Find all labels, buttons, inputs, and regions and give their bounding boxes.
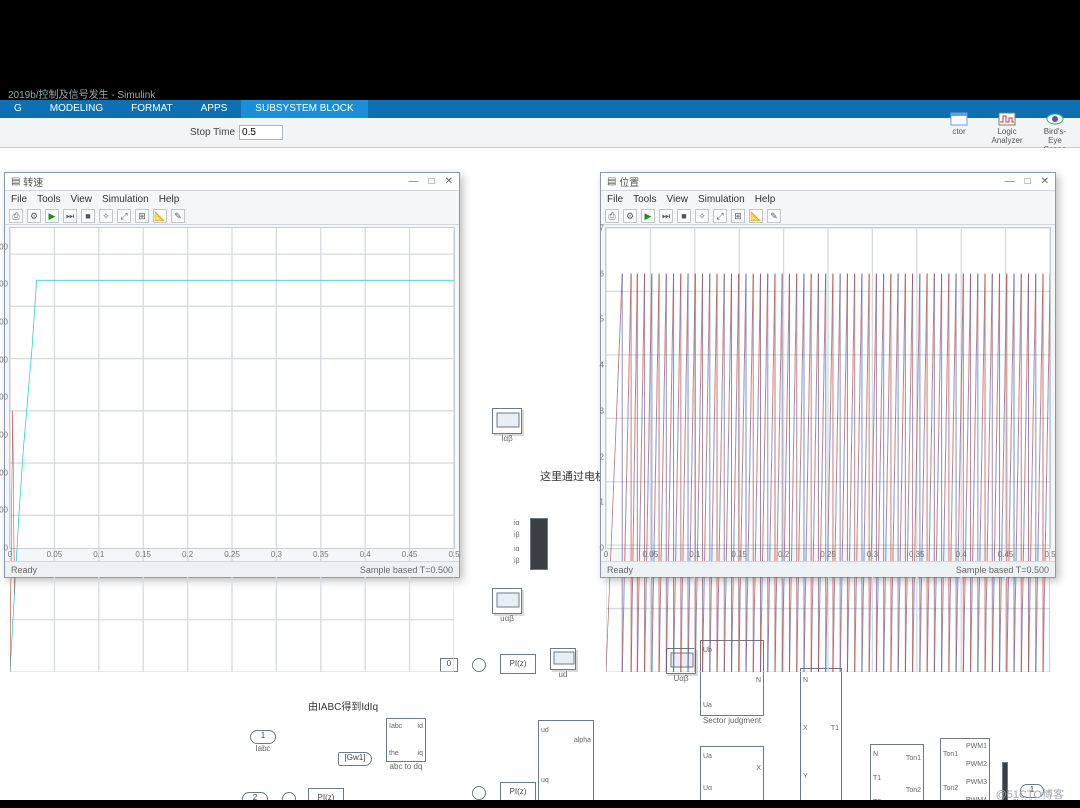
close-icon[interactable]: ✕ [1041, 176, 1049, 187]
ribbon-tab-apps[interactable]: APPS [187, 100, 242, 118]
ribbon-tabs: GMODELINGFORMATAPPSSUBSYSTEM BLOCK [0, 100, 1080, 118]
stop-time-input[interactable] [239, 125, 283, 140]
autoscale-icon[interactable]: ⊞ [731, 209, 745, 223]
scope2-menu-file[interactable]: File [607, 194, 623, 205]
close-icon[interactable]: ✕ [445, 176, 453, 187]
scope2-toolbar: ⎙ ⚙ ▶ ⏭ ■ ✧ ⤢ ⊞ 📐 ✎ [601, 207, 1055, 225]
minimize-icon[interactable]: — [409, 176, 419, 187]
scope1-menu-file[interactable]: File [11, 194, 27, 205]
print-icon[interactable]: ⎙ [9, 209, 23, 223]
settings-icon[interactable]: ⚙ [27, 209, 41, 223]
block-pi-iq[interactable]: PI(z) [500, 782, 536, 800]
scope-block-uab[interactable]: uαβ [492, 588, 522, 614]
ribbon-tab-subsystem-block[interactable]: SUBSYSTEM BLOCK [241, 100, 367, 118]
scope2-axes[interactable]: 0123456700.050.10.150.20.250.30.350.40.4… [605, 227, 1051, 549]
scope2-status-right: Sample based T=0.500 [956, 565, 1049, 575]
scope2-menu-view[interactable]: View [666, 194, 688, 205]
block-create3ton[interactable]: N T1 T2 T Ton1 Ton2 Ton3 Create 3Ton [870, 744, 924, 800]
annotation-abc: 由IABC得到IdIq [308, 698, 378, 713]
inport-iabc[interactable]: 1Iabc [250, 730, 276, 744]
scope1-status: Ready Sample based T=0.500 [5, 561, 459, 577]
sum-id[interactable] [472, 658, 486, 672]
block-pwm[interactable]: Ton1 Ton2 Ton3 PWM1 PWM2 PWM3 PWM4 PWM5 … [940, 738, 990, 800]
scope1-menubar: File Tools View Simulation Help [5, 191, 459, 207]
scope1-menu-help[interactable]: Help [159, 194, 180, 205]
scope2-menu-help[interactable]: Help [755, 194, 776, 205]
block-nxyzt[interactable]: N X Y Z T1 T2 [800, 668, 842, 800]
sum-speed[interactable] [282, 792, 296, 800]
zoom-icon[interactable]: ⤢ [713, 209, 727, 223]
scope1-status-left: Ready [11, 565, 37, 575]
scope1-titlebar[interactable]: ▤ 转速 — □ ✕ [5, 173, 459, 191]
settings-icon[interactable]: ⚙ [623, 209, 637, 223]
minimize-icon[interactable]: — [1005, 176, 1015, 187]
scope-block-ud[interactable]: ud [550, 648, 576, 670]
scope2-menubar: File Tools View Simulation Help [601, 191, 1055, 207]
scope1-status-right: Sample based T=0.500 [360, 565, 453, 575]
scope1-title: 转速 [23, 174, 43, 189]
cursor-icon[interactable]: ✎ [171, 209, 185, 223]
block-pi-speed[interactable]: PI(z) [308, 788, 344, 800]
measure-icon[interactable]: 📐 [749, 209, 763, 223]
scope1-menu-tools[interactable]: Tools [37, 194, 60, 205]
scope2-status: Ready Sample based T=0.500 [601, 561, 1055, 577]
maximize-icon[interactable]: □ [429, 176, 435, 187]
scope2-menu-tools[interactable]: Tools [633, 194, 656, 205]
ribbon-tab-modeling[interactable]: MODELING [36, 100, 117, 118]
scope2-status-left: Ready [607, 565, 633, 575]
run-icon[interactable]: ▶ [641, 209, 655, 223]
mux-block[interactable] [530, 518, 548, 570]
scope1-axes[interactable]: 0200400600800100012001400160000.050.10.1… [9, 227, 455, 549]
run-icon[interactable]: ▶ [45, 209, 59, 223]
zoom-icon[interactable]: ⤢ [117, 209, 131, 223]
scope2-titlebar[interactable]: ▤ 位置 — □ ✕ [601, 173, 1055, 191]
scope-block-iab[interactable]: Iαβ [492, 408, 522, 434]
highlight-icon[interactable]: ✧ [99, 209, 113, 223]
scope-icon: ▤ [607, 176, 616, 187]
block-pi-id[interactable]: PI(z) [500, 654, 536, 674]
block-abc2dq[interactable]: Iabcid theiq abc to dq [386, 718, 426, 762]
scope-window-position[interactable]: ▤ 位置 — □ ✕ File Tools View Simulation Help ⎙… [600, 172, 1056, 578]
scope1-menu-simulation[interactable]: Simulation [102, 194, 149, 205]
step-icon[interactable]: ⏭ [63, 209, 77, 223]
watermark: @51CTO博客 [996, 786, 1064, 802]
simulink-window: GMODELINGFORMATAPPSSUBSYSTEM BLOCK Stop … [0, 100, 1080, 800]
block-dq2ab[interactable]: ud uq theta alpha beta dq to alpha-beta [538, 720, 594, 800]
autoscale-icon[interactable]: ⊞ [135, 209, 149, 223]
measure-icon[interactable]: 📐 [153, 209, 167, 223]
scope-icon: ▤ [11, 176, 20, 187]
toolstrip: Stop Time ctor Logic Analyzer Bird's-Eye… [0, 118, 1080, 148]
inport-setspeed[interactable]: 2设定转速 [242, 792, 268, 800]
block-park[interactable]: Ua Uα T Uac X Y Z Park for T1T2 [700, 746, 764, 800]
sum-iq[interactable] [472, 786, 486, 800]
cursor-icon[interactable]: ✎ [767, 209, 781, 223]
print-icon[interactable]: ⎙ [605, 209, 619, 223]
scope-window-speed[interactable]: ▤ 转速 — □ ✕ File Tools View Simulation Help ⎙… [4, 172, 460, 578]
app-title: 2019b/控制及信号发生 - Simulink [8, 86, 155, 101]
step-icon[interactable]: ⏭ [659, 209, 673, 223]
scope1-menu-view[interactable]: View [70, 194, 92, 205]
scope1-toolbar: ⎙ ⚙ ▶ ⏭ ■ ✧ ⤢ ⊞ 📐 ✎ [5, 207, 459, 225]
highlight-icon[interactable]: ✧ [695, 209, 709, 223]
stop-time-label: Stop Time [190, 127, 235, 138]
from-gw1[interactable]: [Gw1] [338, 752, 372, 766]
scope2-title: 位置 [619, 174, 639, 189]
ribbon-tab-g[interactable]: G [0, 100, 36, 118]
ribbon-tab-format[interactable]: FORMAT [117, 100, 186, 118]
stop-icon[interactable]: ■ [677, 209, 691, 223]
stop-icon[interactable]: ■ [81, 209, 95, 223]
scope2-menu-simulation[interactable]: Simulation [698, 194, 745, 205]
maximize-icon[interactable]: □ [1025, 176, 1031, 187]
